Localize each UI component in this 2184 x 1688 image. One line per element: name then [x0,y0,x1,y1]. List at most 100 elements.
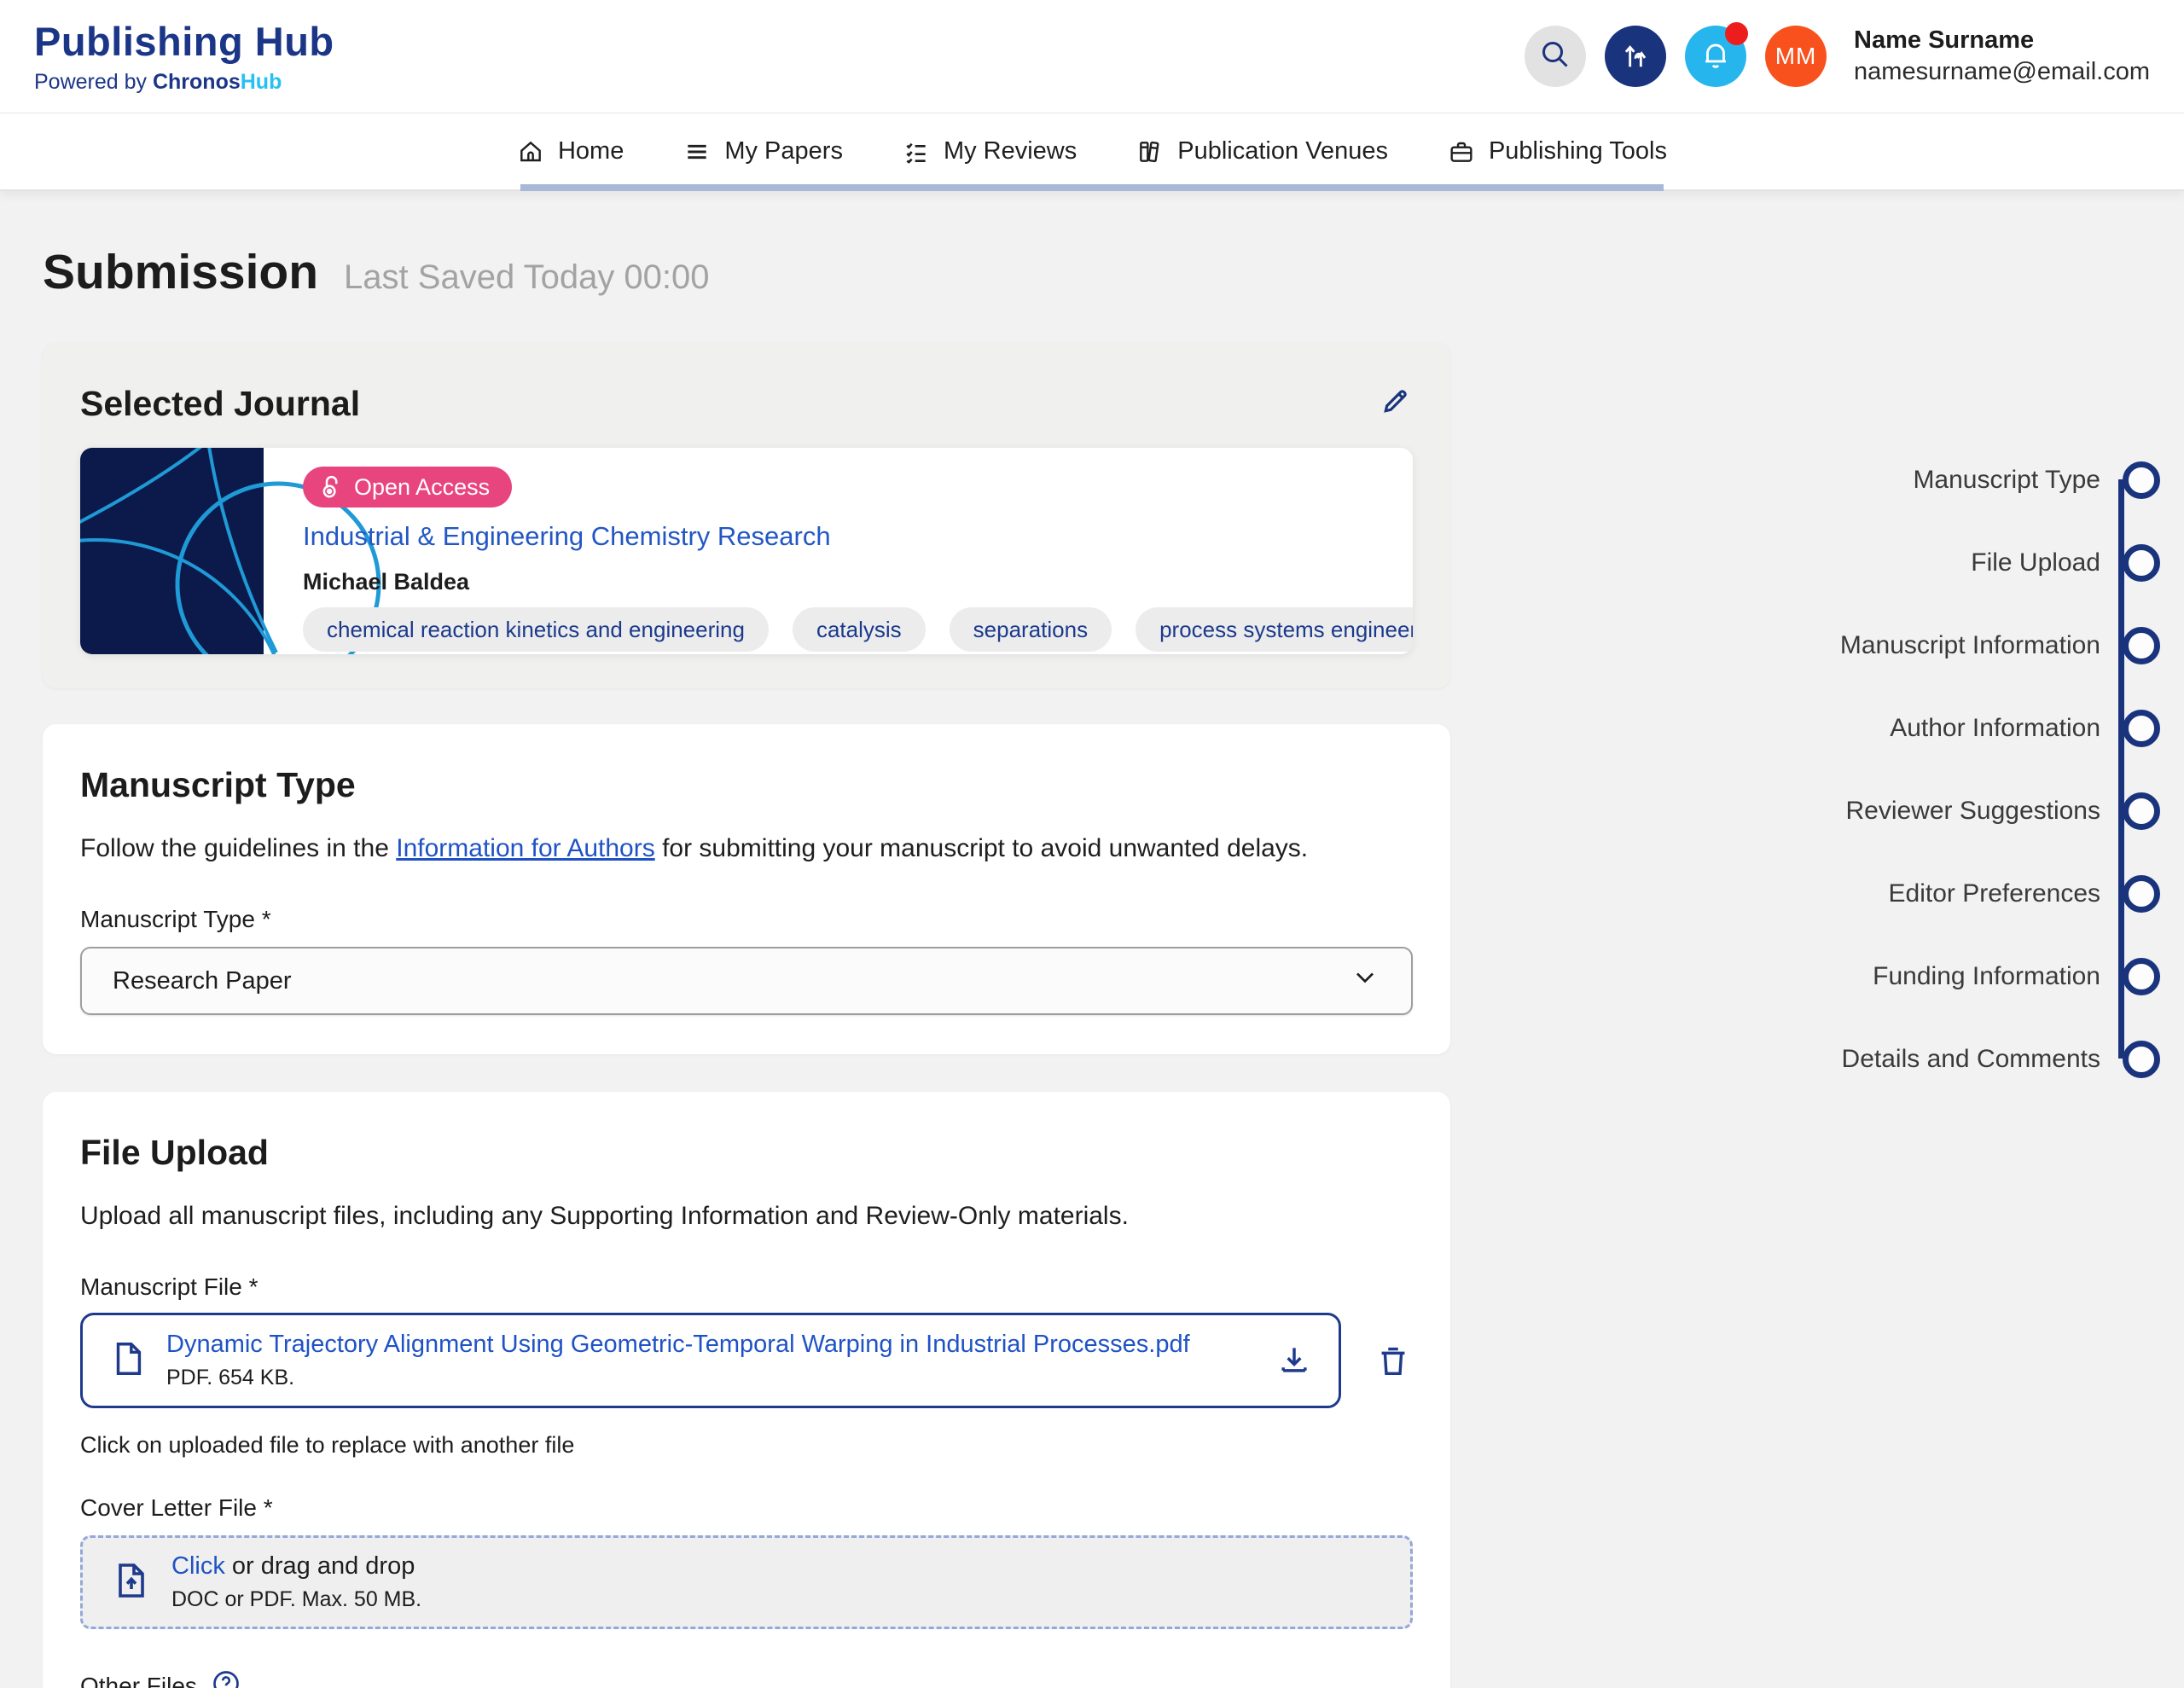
search-icon [1540,39,1571,74]
nav-label: Publishing Tools [1489,137,1667,165]
route-arrows-icon [1619,38,1652,75]
brand-chronos: Chronos [153,70,241,94]
journal-tag: catalysis [793,607,926,652]
submission-page: Submission Last Saved Today 00:00 Select… [0,191,2184,1688]
user-email: namesurname@email.com [1854,58,2150,86]
journal-info: Open Access Industrial & Engineering Che… [264,448,1413,654]
file-upload-card: File Upload Upload all manuscript files,… [43,1092,1450,1688]
logo-title: Publishing Hub [34,18,334,65]
manuscript-type-value: Research Paper [113,967,292,995]
step-label: Details and Comments [1842,1045,2100,1074]
stepper-step-manuscript-type[interactable]: Manuscript Type [1768,438,2160,521]
journal-editor: Michael Baldea [303,569,1413,595]
page-title-row: Submission Last Saved Today 00:00 [43,244,2184,300]
download-icon [1275,1342,1313,1379]
stepper-step-manuscript-information[interactable]: Manuscript Information [1768,604,2160,687]
other-files-label-row: Other Files [80,1668,1413,1688]
step-label: Funding Information [1873,962,2100,991]
manuscript-type-select[interactable]: Research Paper [80,947,1413,1015]
file-upload-title: File Upload [80,1133,1413,1173]
nav-item-my-papers[interactable]: My Papers [683,137,843,165]
checklist-icon [903,138,930,165]
last-saved-status: Last Saved Today 00:00 [344,258,709,297]
journal-tag: separations [950,607,1112,652]
main-nav: Home My Papers My Reviews Publication Ve… [0,113,2184,191]
manuscript-file-row: Dynamic Trajectory Alignment Using Geome… [80,1313,1413,1408]
nav-item-my-reviews[interactable]: My Reviews [903,137,1077,165]
brand-hub: Hub [241,70,282,94]
manuscript-type-description: Follow the guidelines in the Information… [80,831,1413,867]
avatar-initials: MM [1775,43,1817,70]
submission-stepper: Manuscript Type File Upload Manuscript I… [1768,438,2160,1100]
home-icon [517,138,544,165]
file-upload-icon [110,1560,151,1605]
briefcase-icon [1448,138,1475,165]
app-logo[interactable]: Publishing Hub Powered by ChronosHub [34,18,334,95]
pencil-icon [1379,384,1413,418]
trash-icon [1374,1341,1413,1380]
nav-underline [520,184,1664,191]
notification-badge [1725,22,1748,45]
download-file-button[interactable] [1275,1342,1313,1379]
open-access-badge: Open Access [303,467,512,508]
nav-item-home[interactable]: Home [517,137,624,165]
user-name: Name Surname [1854,26,2150,55]
cover-letter-dropzone[interactable]: Click or drag and drop DOC or PDF. Max. … [80,1535,1413,1629]
manuscript-type-field-label: Manuscript Type * [80,906,1413,933]
open-access-lock-icon [318,474,344,500]
nav-label: My Reviews [944,137,1077,165]
journal-card[interactable]: Open Access Industrial & Engineering Che… [80,448,1413,654]
step-label: Author Information [1890,714,2100,743]
manuscript-type-card: Manuscript Type Follow the guidelines in… [43,724,1450,1054]
description-suffix: for submitting your manuscript to avoid … [655,834,1308,862]
dropzone-texts: Click or drag and drop DOC or PDF. Max. … [171,1552,421,1612]
cover-letter-label: Cover Letter File * [80,1494,1413,1522]
stepper-step-author-information[interactable]: Author Information [1768,687,2160,769]
nav-label: Publication Venues [1177,137,1388,165]
step-circle [2123,461,2160,499]
information-for-authors-link[interactable]: Information for Authors [396,834,655,862]
step-circle [2123,792,2160,830]
manuscript-file-label: Manuscript File * [80,1273,1413,1301]
step-label: Editor Preferences [1889,879,2100,908]
stepper-step-editor-preferences[interactable]: Editor Preferences [1768,852,2160,935]
edit-journal-button[interactable] [1379,384,1413,422]
stepper-step-file-upload[interactable]: File Upload [1768,521,2160,604]
step-label: Reviewer Suggestions [1846,797,2101,826]
manuscript-file-box[interactable]: Dynamic Trajectory Alignment Using Geome… [80,1313,1341,1408]
stepper-step-reviewer-suggestions[interactable]: Reviewer Suggestions [1768,769,2160,852]
other-files-label: Other Files [80,1673,197,1688]
route-arrows-button[interactable] [1605,26,1666,87]
step-circle [2123,1041,2160,1078]
stepper-step-details-and-comments[interactable]: Details and Comments [1768,1018,2160,1100]
nav-label: Home [558,137,624,165]
click-link[interactable]: Click [171,1552,225,1580]
user-info[interactable]: Name Surname namesurname@email.com [1854,26,2150,86]
dropzone-instruction: Click or drag and drop [171,1552,421,1581]
journal-tag: chemical reaction kinetics and engineeri… [303,607,769,652]
step-circle [2123,544,2160,582]
search-button[interactable] [1525,26,1586,87]
content-column: Selected Journal [43,343,1450,1688]
delete-file-button[interactable] [1374,1341,1413,1380]
notifications-button[interactable] [1685,26,1746,87]
help-icon[interactable] [211,1668,241,1688]
stepper-step-funding-information[interactable]: Funding Information [1768,935,2160,1018]
nav-item-publishing-tools[interactable]: Publishing Tools [1448,137,1667,165]
journal-tag: process systems engineering [1136,607,1413,652]
page-title: Submission [43,244,318,300]
step-circle [2123,627,2160,664]
step-label: File Upload [1971,548,2100,577]
file-upload-description: Upload all manuscript files, including a… [80,1198,1413,1234]
step-label: Manuscript Type [1913,466,2100,495]
journal-name-link[interactable]: Industrial & Engineering Chemistry Resea… [303,521,1413,552]
nav-item-publication-venues[interactable]: Publication Venues [1136,137,1388,165]
step-circle [2123,875,2160,913]
avatar[interactable]: MM [1765,26,1827,87]
selected-journal-card: Selected Journal [43,343,1450,688]
journal-tags: chemical reaction kinetics and engineeri… [303,607,1413,652]
uploaded-file-name[interactable]: Dynamic Trajectory Alignment Using Geome… [166,1331,1190,1358]
selected-journal-title: Selected Journal [80,384,360,424]
open-access-label: Open Access [354,474,490,501]
nav-label: My Papers [724,137,843,165]
